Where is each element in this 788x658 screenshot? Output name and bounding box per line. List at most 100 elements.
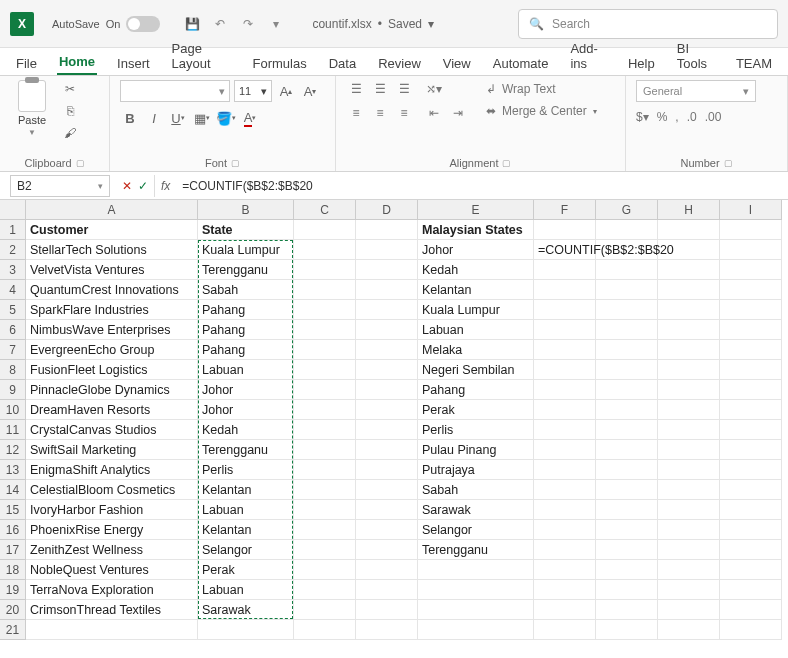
cell-G19[interactable] <box>596 580 658 600</box>
cell-B13[interactable]: Perlis <box>198 460 294 480</box>
cell-G20[interactable] <box>596 600 658 620</box>
row-header-1[interactable]: 1 <box>0 220 26 240</box>
undo-icon[interactable]: ↶ <box>212 16 228 32</box>
font-color-button[interactable]: A▾ <box>240 108 260 128</box>
cell-F15[interactable] <box>534 500 596 520</box>
cell-F21[interactable] <box>534 620 596 640</box>
cell-D1[interactable] <box>356 220 418 240</box>
cell-I20[interactable] <box>720 600 782 620</box>
cell-A4[interactable]: QuantumCrest Innovations <box>26 280 198 300</box>
cell-G21[interactable] <box>596 620 658 640</box>
cell-G13[interactable] <box>596 460 658 480</box>
cell-C21[interactable] <box>294 620 356 640</box>
cell-B5[interactable]: Pahang <box>198 300 294 320</box>
cell-E8[interactable]: Negeri Sembilan <box>418 360 534 380</box>
cell-D12[interactable] <box>356 440 418 460</box>
cell-H7[interactable] <box>658 340 720 360</box>
cell-I12[interactable] <box>720 440 782 460</box>
cell-A5[interactable]: SparkFlare Industries <box>26 300 198 320</box>
cell-F3[interactable] <box>534 260 596 280</box>
enter-formula-button[interactable]: ✓ <box>138 179 148 193</box>
cell-G14[interactable] <box>596 480 658 500</box>
cell-C20[interactable] <box>294 600 356 620</box>
cell-E14[interactable]: Sabah <box>418 480 534 500</box>
cell-G5[interactable] <box>596 300 658 320</box>
cell-B9[interactable]: Johor <box>198 380 294 400</box>
cell-C3[interactable] <box>294 260 356 280</box>
cell-D16[interactable] <box>356 520 418 540</box>
cell-D6[interactable] <box>356 320 418 340</box>
cell-I7[interactable] <box>720 340 782 360</box>
cell-B16[interactable]: Kelantan <box>198 520 294 540</box>
expand-icon[interactable]: ▢ <box>502 158 511 168</box>
toggle-switch-icon[interactable] <box>126 16 160 32</box>
row-header-13[interactable]: 13 <box>0 460 26 480</box>
autosave-toggle[interactable]: AutoSave On <box>52 16 160 32</box>
cell-F5[interactable] <box>534 300 596 320</box>
cell-F16[interactable] <box>534 520 596 540</box>
bold-button[interactable]: B <box>120 108 140 128</box>
cell-G8[interactable] <box>596 360 658 380</box>
cell-A20[interactable]: CrimsonThread Textiles <box>26 600 198 620</box>
copy-button[interactable]: ⎘ <box>60 102 80 120</box>
tab-review[interactable]: Review <box>376 52 423 75</box>
cell-D20[interactable] <box>356 600 418 620</box>
cell-B1[interactable]: State <box>198 220 294 240</box>
cell-F20[interactable] <box>534 600 596 620</box>
cell-C5[interactable] <box>294 300 356 320</box>
cell-B3[interactable]: Terengganu <box>198 260 294 280</box>
cell-G17[interactable] <box>596 540 658 560</box>
cell-A10[interactable]: DreamHaven Resorts <box>26 400 198 420</box>
cell-B12[interactable]: Terengganu <box>198 440 294 460</box>
formula-input[interactable]: =COUNTIF($B$2:$B$20 <box>176 179 788 193</box>
name-box[interactable]: B2▾ <box>10 175 110 197</box>
cell-C6[interactable] <box>294 320 356 340</box>
cell-A15[interactable]: IvoryHarbor Fashion <box>26 500 198 520</box>
cell-E2[interactable]: Johor <box>418 240 534 260</box>
cell-A6[interactable]: NimbusWave Enterprises <box>26 320 198 340</box>
row-header-4[interactable]: 4 <box>0 280 26 300</box>
cell-F2[interactable]: =COUNTIF($B$2:$B$20 <box>534 240 596 260</box>
align-left-button[interactable]: ≡ <box>346 104 366 122</box>
cell-E11[interactable]: Perlis <box>418 420 534 440</box>
cell-H1[interactable] <box>658 220 720 240</box>
cell-D4[interactable] <box>356 280 418 300</box>
row-header-21[interactable]: 21 <box>0 620 26 640</box>
cell-I18[interactable] <box>720 560 782 580</box>
tab-data[interactable]: Data <box>327 52 358 75</box>
cell-H10[interactable] <box>658 400 720 420</box>
cell-G1[interactable] <box>596 220 658 240</box>
cell-G4[interactable] <box>596 280 658 300</box>
cell-F18[interactable] <box>534 560 596 580</box>
cell-D18[interactable] <box>356 560 418 580</box>
cell-H20[interactable] <box>658 600 720 620</box>
cell-F13[interactable] <box>534 460 596 480</box>
wrap-text-button[interactable]: ↲Wrap Text <box>482 80 601 98</box>
cell-C7[interactable] <box>294 340 356 360</box>
cell-D11[interactable] <box>356 420 418 440</box>
tab-file[interactable]: File <box>14 52 39 75</box>
save-icon[interactable]: 💾 <box>184 16 200 32</box>
row-header-20[interactable]: 20 <box>0 600 26 620</box>
cell-E12[interactable]: Pulau Pinang <box>418 440 534 460</box>
cell-I2[interactable] <box>720 240 782 260</box>
cell-E17[interactable]: Terengganu <box>418 540 534 560</box>
cell-D10[interactable] <box>356 400 418 420</box>
tab-help[interactable]: Help <box>626 52 657 75</box>
row-header-6[interactable]: 6 <box>0 320 26 340</box>
cell-H13[interactable] <box>658 460 720 480</box>
cell-C4[interactable] <box>294 280 356 300</box>
cell-G3[interactable] <box>596 260 658 280</box>
row-header-14[interactable]: 14 <box>0 480 26 500</box>
cell-I3[interactable] <box>720 260 782 280</box>
cell-H19[interactable] <box>658 580 720 600</box>
cell-G6[interactable] <box>596 320 658 340</box>
cell-B7[interactable]: Pahang <box>198 340 294 360</box>
cell-F11[interactable] <box>534 420 596 440</box>
cell-C2[interactable] <box>294 240 356 260</box>
cell-H21[interactable] <box>658 620 720 640</box>
align-middle-button[interactable]: ☰ <box>370 80 390 98</box>
cell-I1[interactable] <box>720 220 782 240</box>
cell-F1[interactable] <box>534 220 596 240</box>
cell-I14[interactable] <box>720 480 782 500</box>
